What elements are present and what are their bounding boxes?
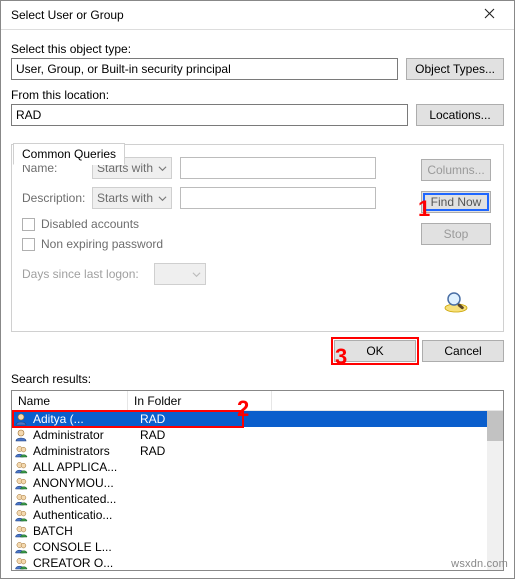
ok-button[interactable]: OK bbox=[334, 340, 416, 362]
disabled-accounts-checkbox[interactable]: Disabled accounts bbox=[22, 217, 415, 231]
columns-button[interactable]: Columns... bbox=[421, 159, 491, 181]
column-header-folder[interactable]: In Folder bbox=[128, 391, 272, 411]
locations-button[interactable]: Locations... bbox=[416, 104, 504, 126]
advanced-search-icon[interactable] bbox=[442, 289, 470, 313]
result-name: Administrators bbox=[33, 444, 129, 458]
description-value-input[interactable] bbox=[180, 187, 376, 209]
table-row[interactable]: ANONYMOU... bbox=[12, 475, 503, 491]
checkbox-icon bbox=[22, 238, 35, 251]
footer-buttons: OK Cancel bbox=[1, 336, 514, 370]
group-icon bbox=[14, 460, 28, 474]
close-button[interactable] bbox=[467, 1, 512, 29]
cancel-button[interactable]: Cancel bbox=[422, 340, 504, 362]
close-icon bbox=[484, 8, 495, 22]
common-queries-tabcontrol: Common Queries Name: Starts with Descrip… bbox=[11, 144, 504, 332]
group-icon bbox=[14, 444, 28, 458]
find-now-button[interactable]: Find Now bbox=[421, 191, 491, 213]
result-name: ANONYMOU... bbox=[33, 476, 129, 490]
window-title: Select User or Group bbox=[11, 8, 467, 22]
checkbox-icon bbox=[22, 218, 35, 231]
search-results-list: Name In Folder Aditya (...RADAdministrat… bbox=[11, 390, 504, 571]
chevron-down-icon bbox=[158, 162, 167, 176]
user-icon bbox=[14, 412, 28, 426]
tab-common-queries[interactable]: Common Queries bbox=[13, 143, 125, 165]
chevron-down-icon bbox=[192, 268, 201, 282]
scrollbar-vertical[interactable] bbox=[487, 411, 503, 570]
description-operator-select[interactable]: Starts with bbox=[92, 187, 172, 209]
name-value-input[interactable] bbox=[180, 157, 376, 179]
titlebar: Select User or Group bbox=[1, 1, 514, 30]
result-name: Authenticatio... bbox=[33, 508, 129, 522]
result-name: Administrator bbox=[33, 428, 129, 442]
table-row[interactable]: Authenticated... bbox=[12, 491, 503, 507]
table-row[interactable]: BATCH bbox=[12, 523, 503, 539]
result-folder: RAD bbox=[132, 444, 272, 458]
stop-button[interactable]: Stop bbox=[421, 223, 491, 245]
column-header-name[interactable]: Name bbox=[12, 391, 128, 411]
results-header: Name In Folder bbox=[12, 391, 503, 411]
group-icon bbox=[14, 540, 28, 554]
result-name: Authenticated... bbox=[33, 492, 129, 506]
chevron-down-icon bbox=[158, 192, 167, 206]
table-row[interactable]: Aditya (...RAD bbox=[12, 411, 503, 427]
select-user-or-group-dialog: Select User or Group Select this object … bbox=[0, 0, 515, 579]
group-icon bbox=[14, 524, 28, 538]
scrollbar-thumb[interactable] bbox=[487, 411, 503, 441]
table-row[interactable]: ALL APPLICA... bbox=[12, 459, 503, 475]
description-label: Description: bbox=[22, 191, 84, 205]
group-icon bbox=[14, 492, 28, 506]
object-type-label: Select this object type: bbox=[11, 42, 504, 56]
result-name: Aditya (... bbox=[33, 412, 129, 426]
table-row[interactable]: AdministratorsRAD bbox=[12, 443, 503, 459]
group-icon bbox=[14, 476, 28, 490]
result-name: BATCH bbox=[33, 524, 129, 538]
location-input[interactable] bbox=[11, 104, 408, 126]
result-folder: RAD bbox=[132, 428, 272, 442]
result-folder: RAD bbox=[132, 412, 272, 426]
non-expiring-password-checkbox[interactable]: Non expiring password bbox=[22, 237, 415, 251]
results-rows[interactable]: Aditya (...RADAdministratorRADAdministra… bbox=[12, 411, 503, 570]
result-name: CREATOR O... bbox=[33, 556, 129, 570]
days-select[interactable] bbox=[154, 263, 206, 285]
user-icon bbox=[14, 428, 28, 442]
group-icon bbox=[14, 508, 28, 522]
table-row[interactable]: AdministratorRAD bbox=[12, 427, 503, 443]
group-icon bbox=[14, 556, 28, 570]
table-row[interactable]: CREATOR O... bbox=[12, 555, 503, 570]
table-row[interactable]: Authenticatio... bbox=[12, 507, 503, 523]
result-name: ALL APPLICA... bbox=[33, 460, 129, 474]
object-type-input[interactable] bbox=[11, 58, 398, 80]
object-types-button[interactable]: Object Types... bbox=[406, 58, 504, 80]
table-row[interactable]: CONSOLE L... bbox=[12, 539, 503, 555]
search-results-label: Search results: bbox=[1, 370, 514, 390]
location-label: From this location: bbox=[11, 88, 504, 102]
days-since-last-logon-label: Days since last logon: bbox=[22, 267, 140, 281]
result-name: CONSOLE L... bbox=[33, 540, 129, 554]
